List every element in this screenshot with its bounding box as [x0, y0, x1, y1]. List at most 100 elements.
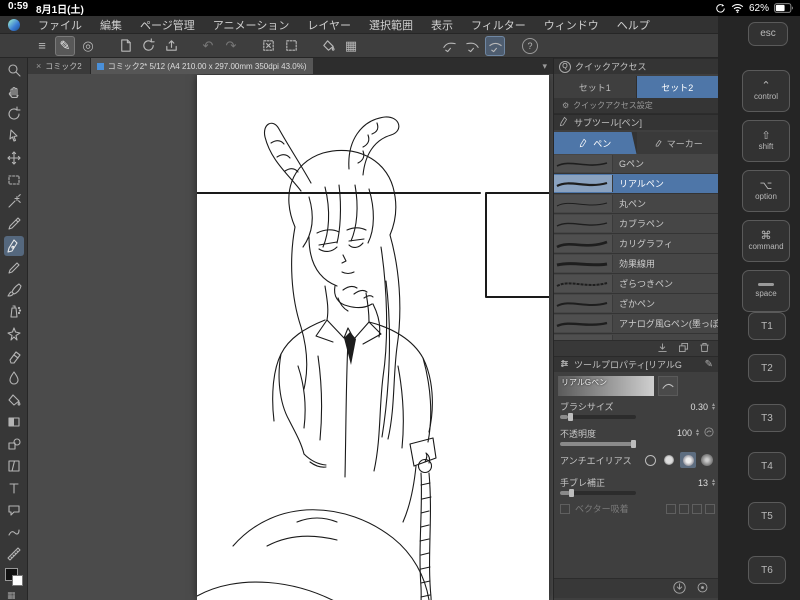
pencil-tool-icon[interactable]	[4, 258, 24, 278]
key-t2[interactable]: T2	[748, 354, 786, 382]
key-shift[interactable]: ⇧ shift	[742, 120, 790, 162]
operation-tool-icon[interactable]	[4, 126, 24, 146]
touch-gesture-icon[interactable]: ◎	[78, 36, 98, 56]
deselect-icon[interactable]	[258, 36, 278, 56]
grid-icon[interactable]: ▦	[341, 36, 361, 56]
brush-item-kabura-pen[interactable]: カブラペン	[554, 214, 719, 234]
text-tool-icon[interactable]	[4, 478, 24, 498]
antialias-weak[interactable]	[661, 452, 677, 468]
brush-preview[interactable]: リアルGペン	[558, 376, 654, 396]
frame-border-tool-icon[interactable]	[4, 456, 24, 476]
antialias-none[interactable]	[642, 452, 658, 468]
help-icon[interactable]: ?	[522, 37, 538, 54]
figure-tool-icon[interactable]	[4, 434, 24, 454]
new-page-icon[interactable]	[115, 36, 135, 56]
menu-layer[interactable]: レイヤー	[307, 17, 351, 33]
key-option[interactable]: ⌥ option	[742, 170, 790, 212]
pen-settings-icon[interactable]: ✎	[55, 35, 75, 56]
duplicate-icon[interactable]	[677, 341, 690, 356]
stroke-both-toggle[interactable]	[485, 35, 505, 56]
decoration-tool-icon[interactable]	[4, 324, 24, 344]
pressure-source-icon[interactable]	[703, 426, 715, 440]
drawing-page[interactable]	[197, 75, 549, 600]
key-t5[interactable]: T5	[748, 502, 786, 530]
clip-studio-logo[interactable]	[8, 18, 20, 31]
edit-pen-icon[interactable]: ✎	[705, 359, 719, 370]
eyedropper-tool-icon[interactable]	[4, 214, 24, 234]
menu-window[interactable]: ウィンドウ	[544, 17, 599, 33]
canvas-area[interactable]	[28, 74, 553, 600]
marker-group-tab[interactable]: マーカー	[636, 132, 719, 154]
brush-item-rough-pen[interactable]: ざらつきペン	[554, 274, 719, 294]
brush-tool-icon[interactable]	[4, 280, 24, 300]
vector-snap-checkbox[interactable]	[560, 503, 570, 514]
options-icon[interactable]	[696, 581, 709, 596]
marquee-select-tool-icon[interactable]	[4, 170, 24, 190]
move-layer-tool-icon[interactable]	[4, 148, 24, 168]
import-icon[interactable]	[656, 341, 669, 356]
hamburger-menu-icon[interactable]: ≡	[32, 36, 52, 56]
opacity-slider[interactable]	[560, 440, 636, 448]
color-set-icon[interactable]: ▦	[7, 590, 16, 600]
pen-group-tab[interactable]: ペン	[554, 132, 637, 154]
key-space[interactable]: space	[742, 270, 790, 312]
tool-property-header[interactable]: ツールプロパティ[リアルG ✎	[554, 356, 719, 372]
brush-item-g-pen[interactable]: Gペン	[554, 154, 719, 174]
gradient-tool-icon[interactable]	[4, 412, 24, 432]
menu-file[interactable]: ファイル	[38, 17, 82, 33]
rotate-canvas-tool-icon[interactable]	[4, 104, 24, 124]
trash-icon[interactable]	[698, 341, 711, 356]
page-list-tab[interactable]: × コミック2	[28, 58, 91, 74]
menu-help[interactable]: ヘルプ	[617, 17, 650, 33]
key-esc[interactable]: esc	[748, 22, 788, 46]
auto-select-tool-icon[interactable]	[4, 192, 24, 212]
hand-tool-icon[interactable]	[4, 82, 24, 102]
stroke-entry-toggle[interactable]	[439, 36, 459, 56]
key-control[interactable]: ⌃ control	[742, 70, 790, 112]
brush-item-real-pen[interactable]: リアルペン	[554, 174, 719, 194]
brush-item-calligraphy[interactable]: カリグラフィ	[554, 234, 719, 254]
brush-stroke-icon[interactable]	[658, 376, 678, 396]
quick-access-header[interactable]: Q クイックアクセス	[554, 58, 719, 74]
register-default-icon[interactable]	[673, 581, 686, 596]
menu-filter[interactable]: フィルター	[471, 17, 526, 33]
key-t4[interactable]: T4	[748, 452, 786, 480]
brush-item-maru-pen[interactable]: 丸ペン	[554, 194, 719, 214]
line-correct-tool-icon[interactable]	[4, 522, 24, 542]
fill-icon[interactable]	[318, 36, 338, 56]
menu-page-manage[interactable]: ページ管理	[140, 17, 195, 33]
zoom-tool-icon[interactable]	[4, 60, 24, 80]
opacity-stepper[interactable]: ▴ ▾	[696, 428, 699, 438]
brush-item-analog-g-pen[interactable]: アナログ風Gペン(墨っぽい)	[554, 314, 719, 334]
airbrush-tool-icon[interactable]	[4, 302, 24, 322]
stabilization-stepper[interactable]: ▴ ▾	[712, 478, 715, 488]
key-t1[interactable]: T1	[748, 312, 786, 340]
subtool-header[interactable]: サブツール[ペン]	[554, 114, 719, 130]
stabilization-slider[interactable]	[560, 489, 636, 497]
redo-icon[interactable]: ↷	[221, 36, 241, 56]
menu-edit[interactable]: 編集	[100, 17, 122, 33]
key-t3[interactable]: T3	[748, 404, 786, 432]
fill-tool-icon[interactable]	[4, 390, 24, 410]
close-icon[interactable]: ×	[36, 61, 41, 71]
brush-item-zaka-pen[interactable]: ざかペン	[554, 294, 719, 314]
menu-view[interactable]: 表示	[431, 17, 453, 33]
set1-tab[interactable]: セット1	[554, 76, 637, 98]
chevron-down-icon[interactable]: ▾	[542, 61, 553, 72]
brush-item-effect-line[interactable]: 効果線用	[554, 254, 719, 274]
key-command[interactable]: ⌘ command	[742, 220, 790, 262]
quick-access-settings-row[interactable]: ⚙ クイックアクセス設定	[554, 98, 719, 114]
set2-tab[interactable]: セット2	[636, 76, 719, 98]
brush-size-stepper[interactable]: ▴ ▾	[712, 402, 715, 412]
export-icon[interactable]	[161, 36, 181, 56]
ruler-tool-icon[interactable]	[4, 544, 24, 564]
balloon-tool-icon[interactable]	[4, 500, 24, 520]
sub-color-swatch[interactable]	[12, 575, 23, 586]
key-t6[interactable]: T6	[748, 556, 786, 584]
undo-icon[interactable]: ↶	[198, 36, 218, 56]
rotate-canvas-icon[interactable]	[138, 36, 158, 56]
antialias-strong[interactable]	[699, 452, 715, 468]
brush-size-slider[interactable]	[560, 413, 636, 421]
antialias-middle[interactable]	[680, 452, 696, 468]
eraser-tool-icon[interactable]	[4, 346, 24, 366]
